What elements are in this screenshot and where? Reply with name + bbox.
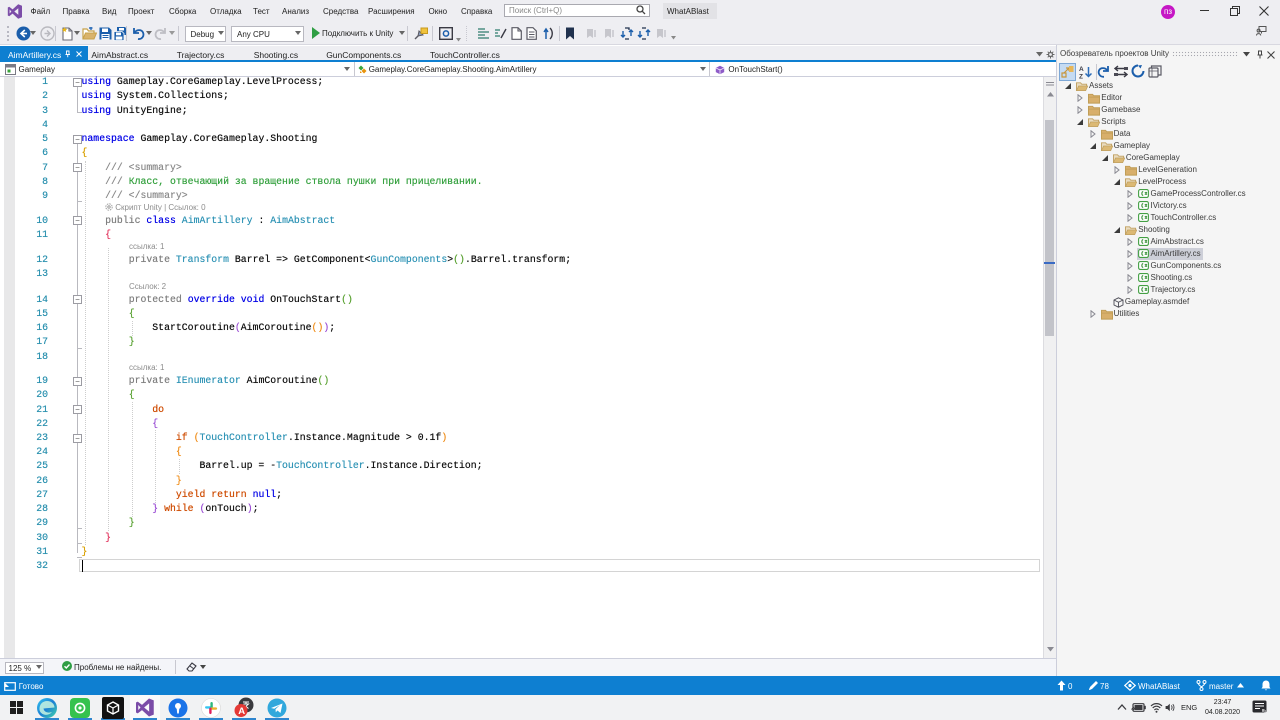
svg-text:A: A xyxy=(238,706,245,717)
svg-text:A: A xyxy=(1079,66,1084,73)
svg-text:Z: Z xyxy=(1079,74,1083,80)
